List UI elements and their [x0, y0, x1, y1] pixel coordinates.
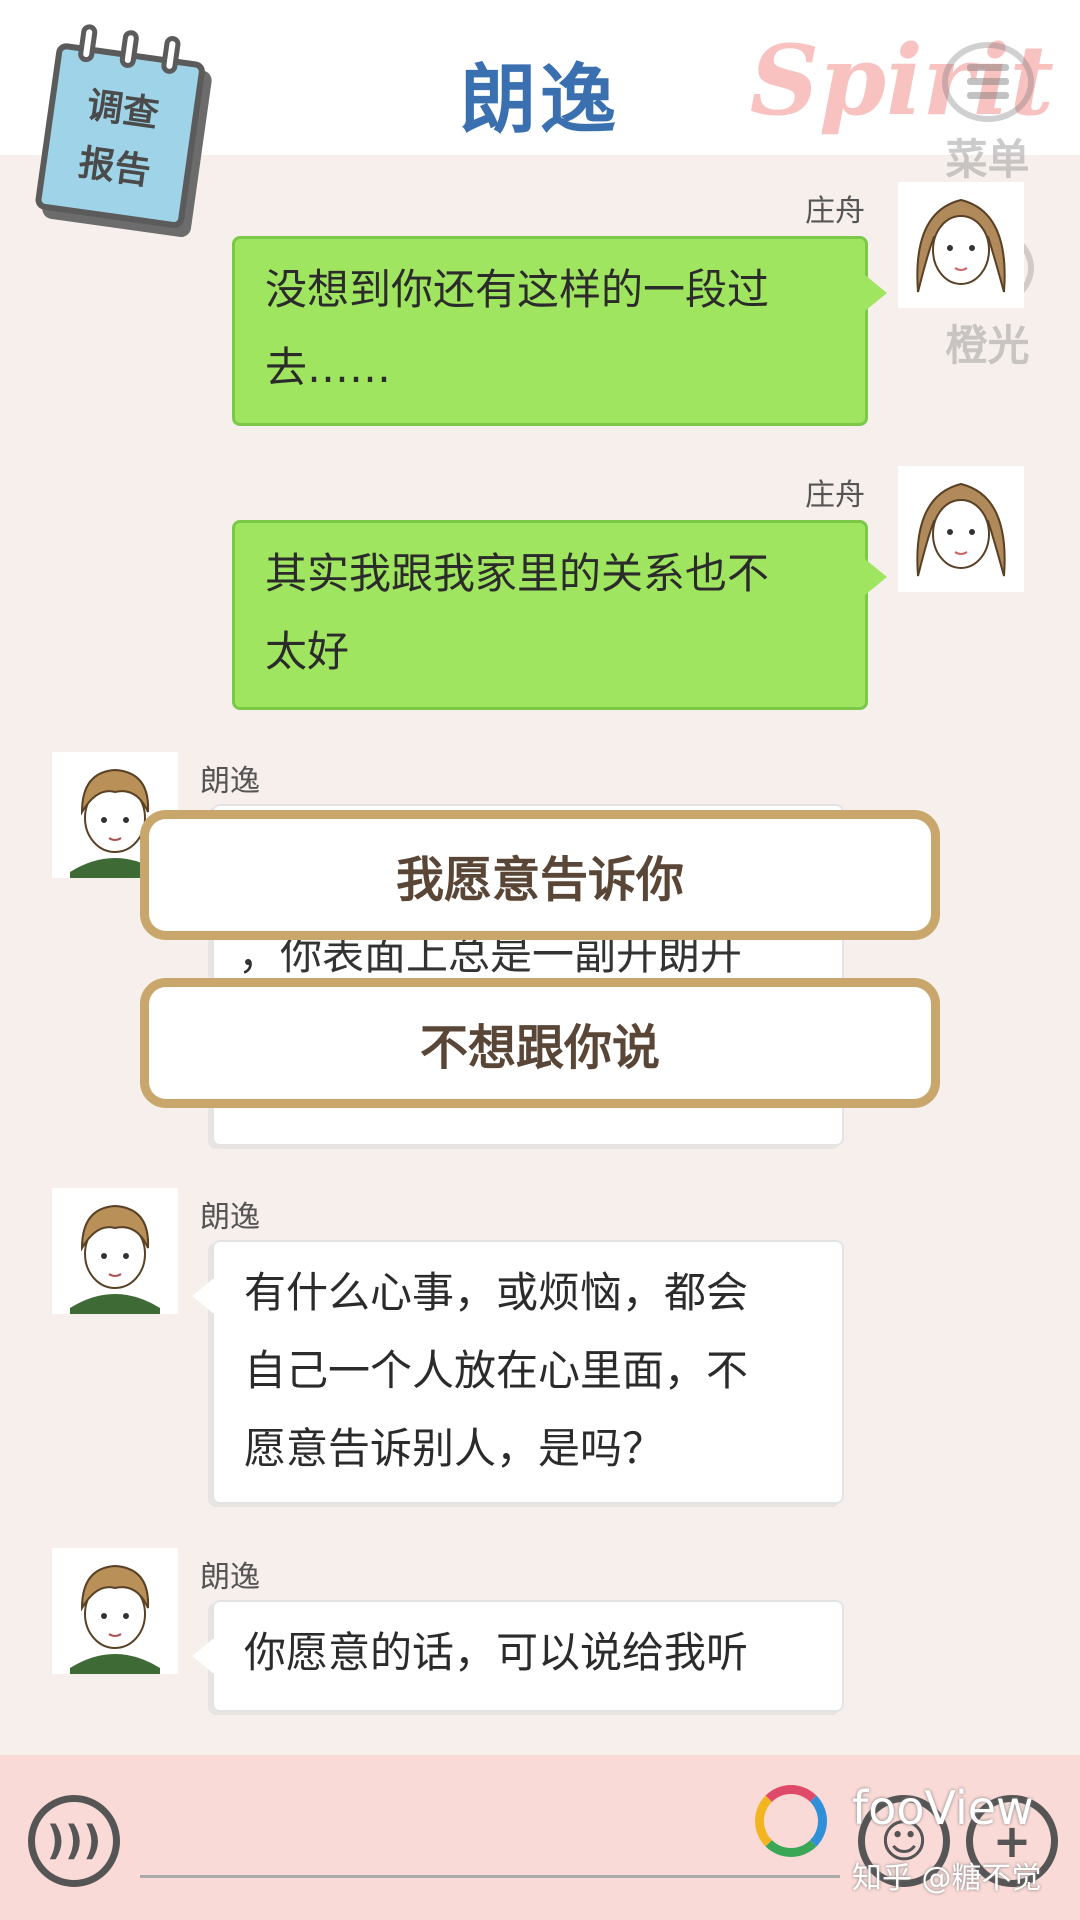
choice-button-1[interactable]: 我愿意告诉你: [140, 810, 940, 940]
voice-button[interactable]: ))): [28, 1795, 120, 1887]
choice-button-2[interactable]: 不想跟你说: [140, 978, 940, 1108]
sender-name: 朗逸: [200, 1200, 260, 1235]
sender-name: 庄舟: [805, 194, 865, 229]
sender-name: 朗逸: [200, 764, 260, 799]
fooview-watermark: fooView: [852, 1781, 1034, 1835]
message-bubble-right: 没想到你还有这样的一段过 去……: [232, 236, 887, 426]
zhihu-watermark: 知乎 @糖不觉: [852, 1861, 1042, 1896]
voice-icon: ))): [46, 1818, 102, 1864]
avatar-langyi: [52, 1188, 178, 1314]
report-label: 调查 报告: [76, 84, 162, 194]
message-bubble-left: 你愿意的话，可以说给我听: [192, 1600, 844, 1712]
sender-name: 朗逸: [200, 1560, 260, 1595]
fooview-logo-icon: [755, 1785, 827, 1857]
message-bubble-left: 有什么心事，或烦恼，都会 自己一个人放在心里面，不 愿意告诉别人，是吗？: [192, 1240, 844, 1504]
menu-label: 菜单: [945, 135, 1030, 184]
orange-light-label: 橙光: [945, 321, 1030, 370]
avatar-zhuangzhou: [898, 466, 1024, 592]
avatar-langyi: [52, 1548, 178, 1674]
message-bubble-right: 其实我跟我家里的关系也不 太好: [232, 520, 887, 710]
menu-button[interactable]: 菜单: [930, 42, 1045, 187]
avatar-zhuangzhou: [898, 182, 1024, 308]
menu-icon: [941, 42, 1034, 122]
sender-name: 庄舟: [805, 478, 865, 513]
report-notebook-button[interactable]: 调查 报告: [25, 19, 221, 241]
input-bar: ))) ☺ + fooView 知乎 @糖不觉: [0, 1755, 1080, 1920]
message-input[interactable]: [140, 1875, 840, 1878]
